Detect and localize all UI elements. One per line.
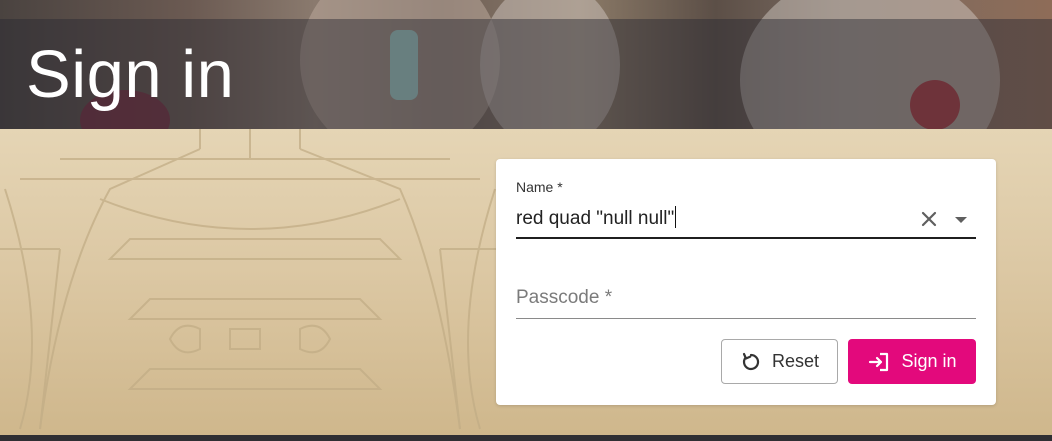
header-banner: Sign in [0, 0, 1052, 129]
sign-in-card: Name * red quad "null null" Reset Sign i… [496, 159, 996, 405]
close-icon[interactable] [918, 208, 940, 230]
text-caret [675, 206, 677, 228]
name-field-label: Name * [516, 179, 563, 195]
page-title: Sign in [26, 37, 235, 112]
name-field[interactable]: Name * red quad "null null" [516, 179, 976, 239]
reset-button-label: Reset [771, 351, 820, 371]
caret-down-icon[interactable] [950, 209, 972, 231]
name-field-value[interactable]: red quad "null null" [516, 208, 674, 229]
passcode-field[interactable] [516, 279, 976, 319]
login-icon [869, 352, 889, 371]
name-field-value-wrap[interactable]: red quad "null null" [516, 206, 677, 230]
refresh-icon [742, 352, 760, 370]
footer-bar [0, 435, 1052, 441]
sign-in-button[interactable]: Sign in [848, 339, 976, 384]
sign-in-button-label: Sign in [901, 351, 957, 371]
passcode-input[interactable] [516, 283, 976, 313]
reset-button[interactable]: Reset [721, 339, 838, 384]
